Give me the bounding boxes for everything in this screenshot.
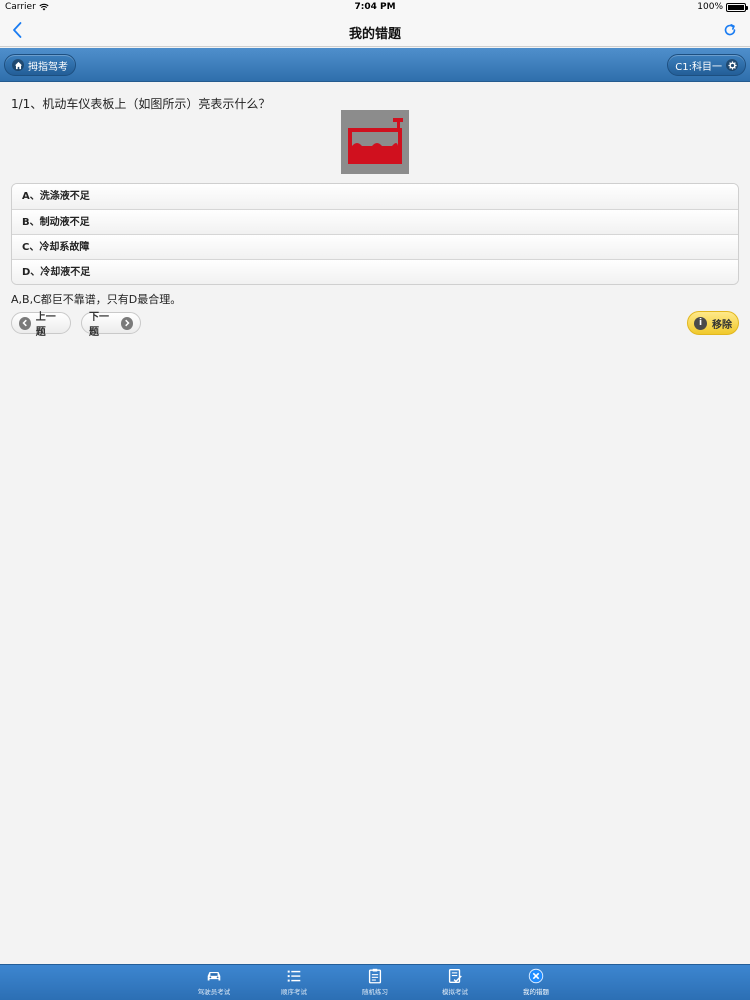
- subject-select-button[interactable]: C1:科目一: [667, 54, 746, 76]
- answer-explanation: A,B,C都巨不靠谱，只有D最合理。: [11, 293, 182, 306]
- wrong-x-icon: [528, 968, 544, 984]
- tab-label: 顺序考试: [281, 988, 307, 996]
- home-icon: [12, 59, 24, 71]
- car-icon: [207, 971, 221, 981]
- prev-question-button[interactable]: 上一题: [11, 312, 71, 338]
- chevron-left-icon: [19, 316, 31, 330]
- page-title: 我的错题: [348, 27, 401, 42]
- subject-label: C1:科目一: [675, 61, 722, 73]
- tab-label: 模拟考试: [442, 988, 468, 996]
- tab-mock-exam[interactable]: 模拟考试: [420, 967, 490, 1000]
- option-d[interactable]: D、冷却液不足: [12, 259, 738, 284]
- battery-status: 100%: [697, 2, 748, 12]
- option-a[interactable]: A、洗涤液不足: [12, 184, 738, 209]
- gear-icon: [726, 59, 738, 71]
- coolant-warning-icon: [341, 110, 409, 174]
- tab-my-wrong-answers[interactable]: 我的错题: [501, 967, 571, 1000]
- remove-label: 移除: [712, 319, 732, 331]
- answer-options: A、洗涤液不足 B、制动液不足 C、冷却系故障 D、冷却液不足: [11, 183, 739, 285]
- question-text: 1/1、机动车仪表板上（如图所示）亮表示什么？: [11, 97, 271, 111]
- list-icon: [287, 970, 301, 982]
- tab-label: 驾驶员考试: [197, 988, 231, 996]
- info-icon: i: [694, 316, 707, 330]
- battery-icon: [726, 2, 748, 12]
- option-b[interactable]: B、制动液不足: [12, 209, 738, 234]
- tab-bar: 驾驶员考试 顺序考试 随机练习 模拟考试 我的错题: [0, 964, 750, 1000]
- app-toolbar: 拇指驾考 C1:科目一: [0, 48, 750, 82]
- tab-driver-exam[interactable]: 驾驶员考试: [179, 967, 249, 1000]
- next-question-button[interactable]: 下一题: [81, 312, 141, 338]
- tab-label: 我的错题: [523, 988, 549, 996]
- exam-check-icon: [448, 969, 462, 983]
- status-time: 7:04 PM: [354, 2, 396, 12]
- chevron-right-icon: [121, 316, 133, 330]
- tab-sequential-exam[interactable]: 顺序考试: [259, 967, 329, 1000]
- question-image: [341, 110, 409, 174]
- status-bar: Carrier 7:04 PM 100%: [0, 0, 750, 14]
- home-button-label: 拇指驾考: [28, 61, 68, 73]
- home-button[interactable]: 拇指驾考: [4, 54, 76, 76]
- option-c[interactable]: C、冷却系故障: [12, 234, 738, 259]
- tab-label: 随机练习: [362, 988, 388, 996]
- refresh-icon[interactable]: [722, 22, 738, 38]
- navigation-bar: 我的错题: [0, 14, 750, 47]
- tab-random-practice[interactable]: 随机练习: [340, 967, 410, 1000]
- prev-question-label: 上一题: [35, 312, 56, 338]
- next-question-label: 下一题: [89, 312, 109, 338]
- remove-button[interactable]: i 移除: [687, 311, 739, 335]
- battery-percent: 100%: [697, 2, 723, 12]
- clipboard-icon: [368, 968, 382, 984]
